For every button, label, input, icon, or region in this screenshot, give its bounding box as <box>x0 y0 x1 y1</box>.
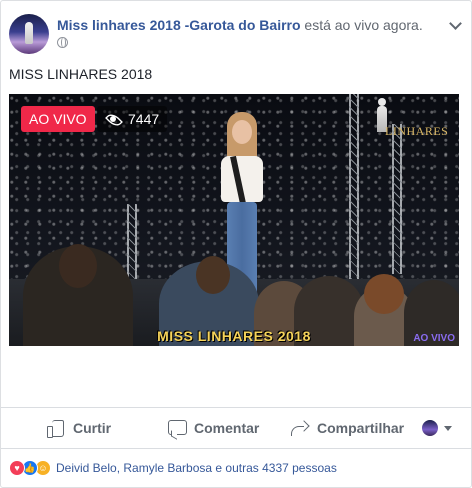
caret-down-icon <box>444 425 452 431</box>
globe-icon[interactable] <box>57 37 68 48</box>
audience-head <box>59 244 97 288</box>
comment-icon <box>168 419 187 437</box>
eye-icon <box>103 113 123 125</box>
like-button[interactable]: Curtir <box>47 412 111 444</box>
comment-label: Comentar <box>194 420 260 436</box>
viewer-avatar <box>422 420 438 436</box>
post-headline: Miss linhares 2018 -Garota do Bairro est… <box>57 16 457 34</box>
share-button[interactable]: Compartilhar <box>291 412 404 444</box>
viewer-count: 7447 <box>97 106 168 132</box>
share-label: Compartilhar <box>317 420 405 436</box>
live-status-text: está ao vivo agora. <box>304 17 423 33</box>
post-as-selector[interactable] <box>422 412 452 444</box>
avatar-figure <box>25 22 33 44</box>
post-meta <box>57 35 68 53</box>
live-video-player[interactable]: AO VIVO 7447 LINHARES MISS LINHARES 2018… <box>9 94 459 346</box>
page-avatar[interactable] <box>9 14 49 54</box>
chevron-down-icon[interactable] <box>449 19 461 31</box>
comment-button[interactable]: Comentar <box>168 412 259 444</box>
model-face <box>232 120 252 144</box>
post-card: Miss linhares 2018 -Garota do Bairro est… <box>0 0 472 488</box>
audience-head <box>364 274 404 314</box>
love-icon: ♥ <box>9 460 25 476</box>
reactions-text[interactable]: Deivid Belo, Ramyle Barbosa e outras 433… <box>56 461 337 475</box>
post-text: MISS LINHARES 2018 <box>9 66 153 82</box>
thumbs-up-icon <box>47 419 65 438</box>
page-name-link[interactable]: Miss linhares 2018 -Garota do Bairro <box>57 17 301 33</box>
post-header: Miss linhares 2018 -Garota do Bairro est… <box>9 13 463 55</box>
miss-logo: LINHARES <box>361 98 456 148</box>
video-watermark: AO VIVO <box>413 333 455 344</box>
reactions-summary[interactable]: ♥ 👍 ☺ Deivid Belo, Ramyle Barbosa e outr… <box>9 458 463 478</box>
divider <box>1 448 471 449</box>
logo-text: LINHARES <box>385 124 449 138</box>
action-bar: Curtir Comentar Compartilhar <box>1 408 471 448</box>
video-caption: MISS LINHARES 2018 <box>157 328 311 344</box>
viewer-count-value: 7447 <box>128 111 160 127</box>
audience-head <box>196 256 230 294</box>
live-badge: AO VIVO <box>21 106 95 132</box>
share-icon <box>291 420 309 436</box>
like-label: Curtir <box>73 420 112 436</box>
